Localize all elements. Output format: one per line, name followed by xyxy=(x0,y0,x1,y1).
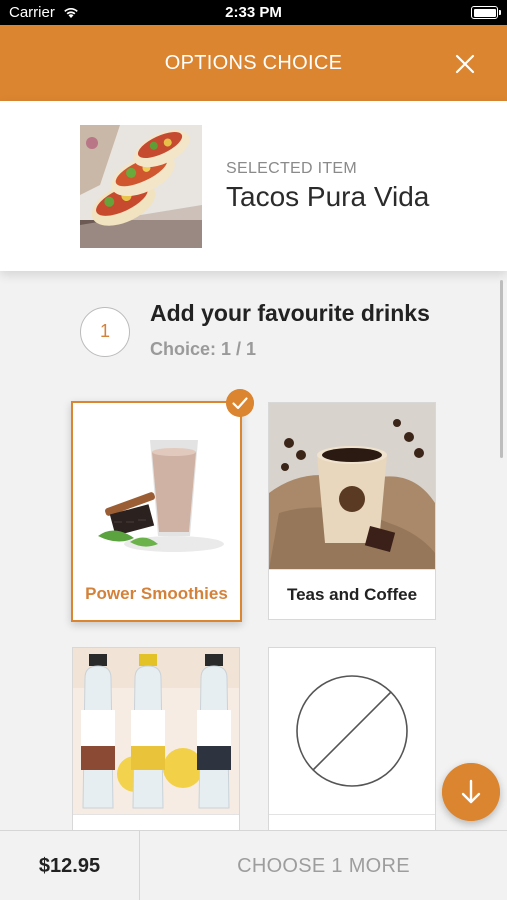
header-bar: OPTIONS CHOICE xyxy=(0,25,507,101)
tile-divider xyxy=(73,814,239,815)
selected-item-card: SELECTED ITEM Tacos Pura Vida xyxy=(0,101,507,271)
tile-divider xyxy=(269,569,435,570)
option-power-smoothies[interactable]: Power Smoothies xyxy=(71,401,242,622)
scroll-down-button[interactable] xyxy=(442,763,500,821)
selected-item-caption: SELECTED ITEM xyxy=(226,160,358,177)
checkmark-icon xyxy=(226,389,254,417)
footer-bar: $12.95 CHOOSE 1 MORE xyxy=(0,830,507,900)
choose-more-button[interactable]: CHOOSE 1 MORE xyxy=(140,831,507,900)
scrollbar[interactable] xyxy=(500,280,503,458)
coffee-image xyxy=(269,403,435,569)
status-bar: Carrier 2:33 PM xyxy=(0,0,507,25)
clock: 2:33 PM xyxy=(225,4,282,21)
choice-counter: Choice: 1 / 1 xyxy=(150,339,257,359)
close-icon[interactable] xyxy=(450,49,480,79)
selected-item-name: Tacos Pura Vida xyxy=(226,181,430,212)
step-title: Add your favourite drinks xyxy=(150,300,430,326)
option-label: Teas and Coffee xyxy=(286,585,418,604)
tile-divider xyxy=(269,814,435,815)
battery-icon xyxy=(471,6,501,19)
tacos-image xyxy=(80,125,202,248)
page-title: OPTIONS CHOICE xyxy=(164,52,343,74)
smoothie-image xyxy=(74,404,240,570)
none-icon xyxy=(269,648,435,814)
total-price: $12.95 xyxy=(0,831,140,900)
option-label: Power Smoothies xyxy=(85,584,228,603)
step-number-badge: 1 xyxy=(80,307,130,357)
water-bottles-image xyxy=(73,648,239,814)
option-teas-and-coffee[interactable]: Teas and Coffee xyxy=(268,402,436,620)
